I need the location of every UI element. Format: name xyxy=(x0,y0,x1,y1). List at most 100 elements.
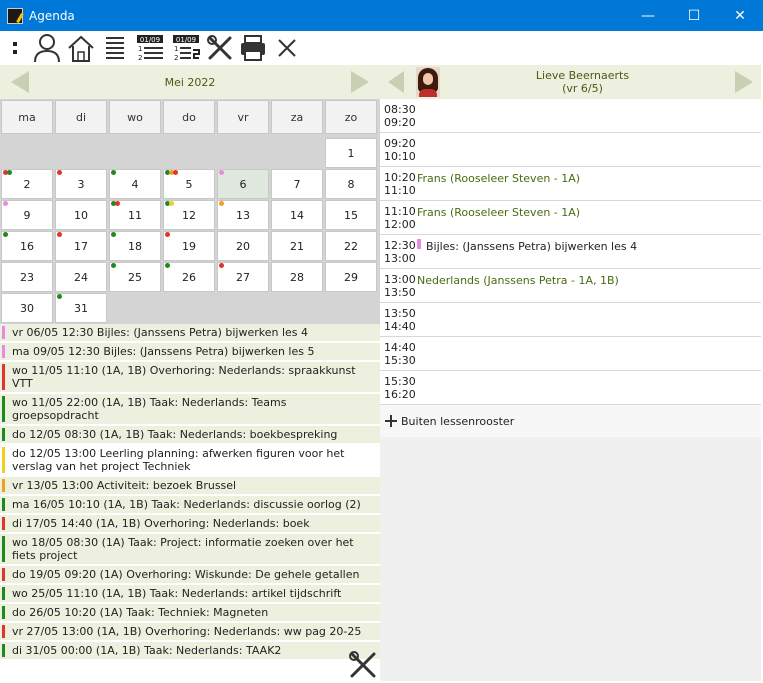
slot-end: 14:40 xyxy=(384,320,416,333)
menu-dots-icon[interactable] xyxy=(0,32,30,64)
tools-icon[interactable] xyxy=(204,32,236,64)
app-icon xyxy=(7,7,23,24)
task-item[interactable]: ma 16/05 10:10 (1A, 1B) Taak: Nederlands… xyxy=(0,496,380,515)
calendar-day[interactable]: 27 xyxy=(217,262,269,292)
person-name: Lieve Beernaerts xyxy=(535,69,630,82)
slot-event[interactable]: Nederlands (Janssens Petra - 1A, 1B) xyxy=(417,274,619,287)
time-slot[interactable]: 12:30 13:00 Bijles: (Janssens Petra) bijwe… xyxy=(380,235,761,269)
event-dot xyxy=(57,294,62,299)
day-number: 16 xyxy=(20,239,34,253)
task-item[interactable]: di 17/05 14:40 (1A, 1B) Overhoring: Nede… xyxy=(0,515,380,534)
calendar-day[interactable]: 22 xyxy=(325,231,377,261)
task-item[interactable]: ma 09/05 12:30 Bijles: (Janssens Petra) … xyxy=(0,343,380,362)
calendar-day[interactable]: 4 xyxy=(109,169,161,199)
task-item[interactable]: di 31/05 00:00 (1A, 1B) Taak: Nederlands… xyxy=(0,642,380,661)
slot-event[interactable]: Frans (Rooseleer Steven - 1A) xyxy=(417,172,580,185)
calendar-list-icon[interactable]: 01/09 1 2 xyxy=(132,32,168,64)
calendar-day[interactable]: 8 xyxy=(325,169,377,199)
calendar-day[interactable]: 30 xyxy=(1,293,53,323)
print-icon[interactable] xyxy=(236,32,270,64)
calendar-day[interactable]: 18 xyxy=(109,231,161,261)
next-month-arrow-icon[interactable] xyxy=(340,65,380,99)
home-icon[interactable] xyxy=(64,32,98,64)
outside-schedule-button[interactable]: Buiten lessenrooster xyxy=(380,405,761,437)
day-number: 7 xyxy=(293,177,301,191)
minimize-button[interactable]: — xyxy=(625,0,671,31)
day-number: 12 xyxy=(182,208,196,222)
calendar-day[interactable]: 21 xyxy=(271,231,323,261)
task-item[interactable]: wo 18/05 08:30 (1A) Taak: Project: infor… xyxy=(0,534,380,566)
task-item[interactable]: do 19/05 09:20 (1A) Overhoring: Wiskunde… xyxy=(0,566,380,585)
time-slot[interactable]: 10:20 11:10 Frans (Rooseleer Steven - 1A) xyxy=(380,167,761,201)
time-slot[interactable]: 13:50 14:40 xyxy=(380,303,761,337)
time-slot[interactable]: 11:10 12:00 Frans (Rooseleer Steven - 1A) xyxy=(380,201,761,235)
slot-start: 08:30 xyxy=(384,103,416,116)
task-item[interactable]: vr 13/05 13:00 Activiteit: bezoek Brusse… xyxy=(0,477,380,496)
prev-day-arrow-icon[interactable] xyxy=(380,65,412,99)
calendar-day[interactable]: 12 xyxy=(163,200,215,230)
calendar-day[interactable]: 14 xyxy=(271,200,323,230)
slot-end: 15:30 xyxy=(384,354,416,367)
calendar-day[interactable]: 25 xyxy=(109,262,161,292)
person-info: Lieve Beernaerts (vr 6/5) xyxy=(440,69,725,95)
time-slot[interactable]: 15:30 16:20 xyxy=(380,371,761,405)
calendar-numbered-icon[interactable]: 01/09 1 2 xyxy=(168,32,204,64)
calendar-day[interactable]: 24 xyxy=(55,262,107,292)
prev-month-arrow-icon[interactable] xyxy=(0,65,40,99)
task-item[interactable]: do 12/05 13:00 Leerling planning: afwerk… xyxy=(0,445,380,477)
calendar-day[interactable]: 7 xyxy=(271,169,323,199)
task-text: vr 13/05 13:00 Activiteit: bezoek Brusse… xyxy=(12,479,237,492)
time-slot[interactable]: 09:20 10:10 xyxy=(380,133,761,167)
task-color-bar xyxy=(2,568,5,581)
calendar-day[interactable]: 9 xyxy=(1,200,53,230)
task-item[interactable]: wo 11/05 22:00 (1A, 1B) Taak: Nederlands… xyxy=(0,394,380,426)
task-item[interactable]: do 12/05 08:30 (1A, 1B) Taak: Nederlands… xyxy=(0,426,380,445)
month-calendar: ma di wo do vr za zo 1 2 3 4 5 6 7 8 9 10 11 12 13 14 15 16 17 1… xyxy=(0,99,380,324)
calendar-day[interactable]: 26 xyxy=(163,262,215,292)
day-schedule: 08:30 09:20 09:20 10:10 10:20 11:10 Frans (Roo… xyxy=(380,99,761,405)
calendar-day[interactable]: 11 xyxy=(109,200,161,230)
person-icon[interactable] xyxy=(30,32,64,64)
slot-time: 11:10 12:00 xyxy=(384,205,416,231)
calendar-day[interactable]: 15 xyxy=(325,200,377,230)
calendar-day[interactable]: 23 xyxy=(1,262,53,292)
calendar-day[interactable]: 2 xyxy=(1,169,53,199)
maximize-button[interactable]: ☐ xyxy=(671,0,717,31)
calendar-day[interactable]: 5 xyxy=(163,169,215,199)
person-date: (vr 6/5) xyxy=(562,82,603,95)
calendar-day[interactable]: 17 xyxy=(55,231,107,261)
slot-event[interactable]: Frans (Rooseleer Steven - 1A) xyxy=(417,206,580,219)
calendar-day[interactable]: 3 xyxy=(55,169,107,199)
avatar xyxy=(416,67,440,97)
time-slot[interactable]: 14:40 15:30 xyxy=(380,337,761,371)
time-slot[interactable]: 08:30 09:20 xyxy=(380,99,761,133)
slot-start: 15:30 xyxy=(384,375,416,388)
time-slot[interactable]: 13:00 13:50 Nederlands (Janssens Petra - 1… xyxy=(380,269,761,303)
next-day-arrow-icon[interactable] xyxy=(725,65,761,99)
calendar-day[interactable]: 29 xyxy=(325,262,377,292)
task-item[interactable]: wo 25/05 11:10 (1A, 1B) Taak: Nederlands… xyxy=(0,585,380,604)
slot-event[interactable]: Bijles: (Janssens Petra) bijwerken les 4 xyxy=(426,240,637,253)
month-title: Mei 2022 xyxy=(164,75,216,89)
calendar-day[interactable]: 6 xyxy=(217,169,269,199)
close-x-icon[interactable] xyxy=(270,32,304,64)
event-dot xyxy=(111,232,116,237)
toolbar: 01/09 1 2 01/09 1 2 xyxy=(0,31,763,65)
list-icon[interactable] xyxy=(98,32,132,64)
calendar-day[interactable]: 16 xyxy=(1,231,53,261)
calendar-day[interactable]: 10 xyxy=(55,200,107,230)
calendar-day[interactable]: 31 xyxy=(55,293,107,323)
day-number: 27 xyxy=(236,270,250,284)
task-item[interactable]: wo 11/05 11:10 (1A, 1B) Overhoring: Nede… xyxy=(0,362,380,394)
task-item[interactable]: vr 27/05 13:00 (1A, 1B) Overhoring: Nede… xyxy=(0,623,380,642)
day-number: 10 xyxy=(74,208,88,222)
calendar-day[interactable]: 19 xyxy=(163,231,215,261)
close-button[interactable]: ✕ xyxy=(717,0,763,31)
calendar-day[interactable]: 1 xyxy=(325,138,377,168)
task-item[interactable]: vr 06/05 12:30 Bijles: (Janssens Petra) … xyxy=(0,324,380,343)
calendar-day[interactable]: 13 xyxy=(217,200,269,230)
task-item[interactable]: do 26/05 10:20 (1A) Taak: Techniek: Magn… xyxy=(0,604,380,623)
calendar-day[interactable]: 20 xyxy=(217,231,269,261)
tools-bottom-icon[interactable] xyxy=(348,650,378,683)
calendar-day[interactable]: 28 xyxy=(271,262,323,292)
